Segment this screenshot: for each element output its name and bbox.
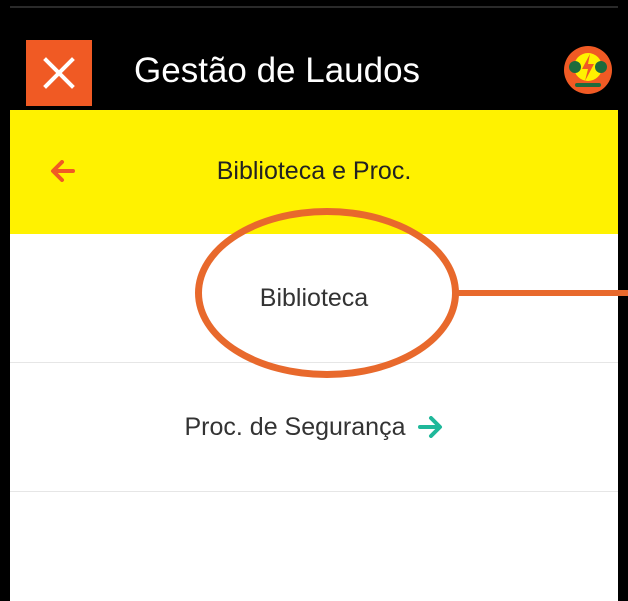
app-frame: Gestão de Laudos Biblioteca e Proc. Bibl…	[0, 0, 628, 601]
app-title: Gestão de Laudos	[134, 51, 421, 90]
close-button[interactable]	[26, 40, 92, 106]
menu-list: Biblioteca Proc. de Segurança	[10, 234, 618, 601]
menu-item-label: Biblioteca	[259, 283, 369, 312]
company-logo	[564, 46, 612, 94]
page-title: Biblioteca e Proc.	[216, 157, 412, 185]
menu-item-label: Proc. de Segurança	[184, 412, 406, 441]
arrow-right-icon	[418, 416, 443, 438]
menu-item-biblioteca[interactable]: Biblioteca	[10, 234, 618, 363]
app-bar: Gestão de Laudos	[10, 6, 618, 112]
page-header: Biblioteca e Proc.	[10, 110, 618, 234]
menu-item-proc-seguranca[interactable]: Proc. de Segurança	[10, 363, 618, 492]
close-icon	[43, 57, 75, 89]
